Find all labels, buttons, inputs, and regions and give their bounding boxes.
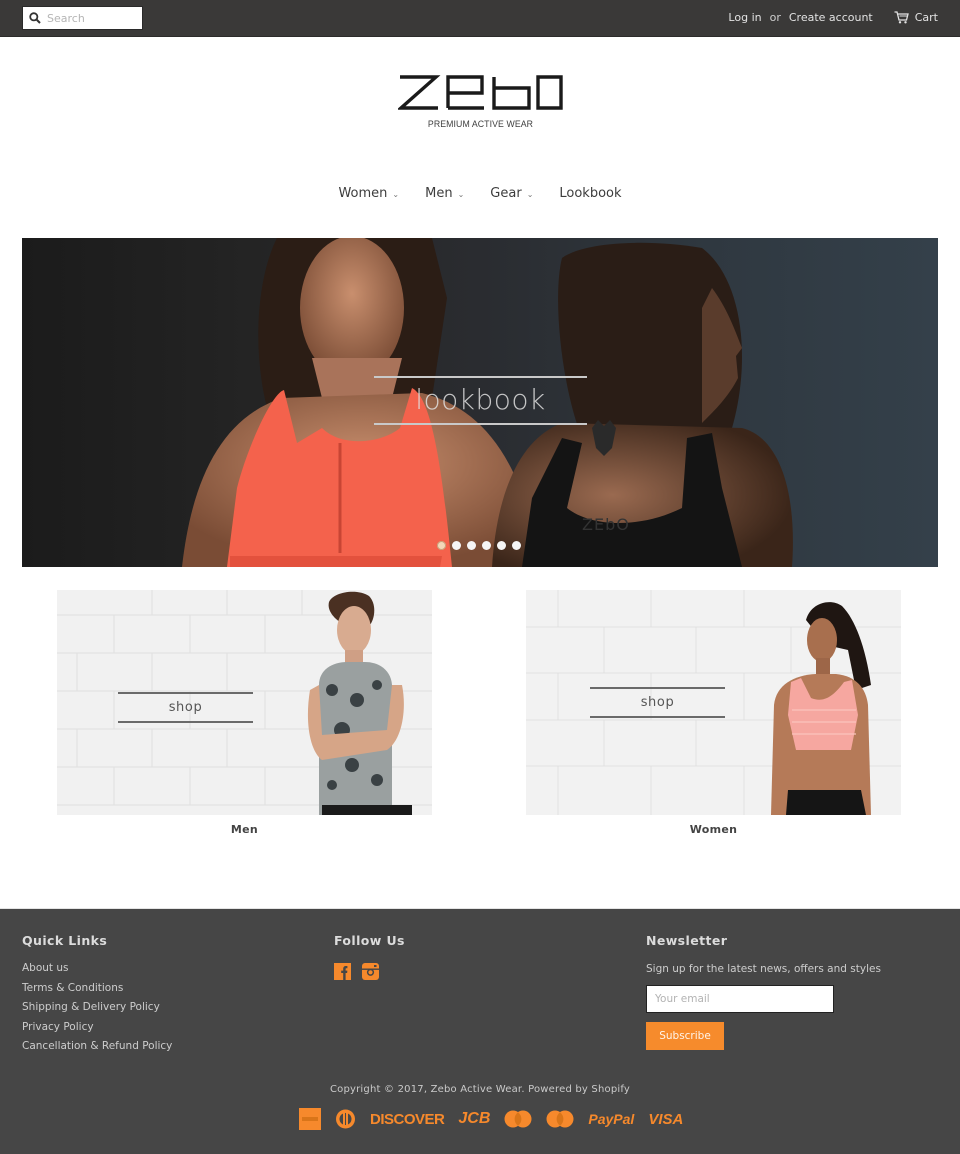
nav-item-gear[interactable]: Gear ⌄ [490,186,533,201]
nav-item-women[interactable]: Women ⌄ [338,186,399,201]
nav-label: Men [425,186,453,201]
subscribe-button[interactable]: Subscribe [646,1022,724,1050]
paypal-icon: PayPal [588,1111,635,1127]
discover-icon: DISCOVER [370,1110,445,1128]
facebook-icon[interactable] [334,963,351,980]
site-footer: Quick Links About us Terms & Conditions … [0,908,960,1154]
shop-overlay[interactable]: shop [118,692,253,723]
nav-item-men[interactable]: Men ⌄ [425,186,464,201]
maestro-icon [504,1110,532,1128]
create-account-link[interactable]: Create account [789,11,873,24]
slide-dot[interactable] [452,541,461,550]
quick-links: Quick Links About us Terms & Conditions … [22,933,172,1061]
newsletter-heading: Newsletter [646,933,728,948]
mastercard-icon [546,1110,574,1128]
cart-link[interactable]: Cart [894,11,938,24]
footer-link-cancellation[interactable]: Cancellation & Refund Policy [22,1040,172,1052]
cart-label: Cart [914,11,938,24]
zebo-logo-mark [398,75,563,110]
shop-overlay-text: shop [640,695,675,710]
newsletter-text: Sign up for the latest news, offers and … [646,963,881,975]
powered-by-link[interactable]: Powered by Shopify [528,1084,630,1095]
cart-icon [894,11,909,24]
email-field[interactable] [646,985,834,1013]
slide-dot[interactable] [437,541,446,550]
chevron-down-icon: ⌄ [392,190,400,199]
slide-dot[interactable] [512,541,521,550]
slide-dot[interactable] [467,541,476,550]
chevron-down-icon: ⌄ [526,190,534,199]
copyright-prefix: Copyright © 2017, [329,1084,431,1095]
hero-caption-text: lookbook [415,383,546,416]
nav-item-lookbook[interactable]: Lookbook [559,186,621,201]
nav-label: Gear [490,186,522,201]
chevron-down-icon: ⌄ [457,190,465,199]
hero-slideshow[interactable]: ZEbO lookbook [22,238,938,567]
collection-men[interactable]: shop Men [57,590,432,836]
payment-methods: DISCOVER JCB PayPal VISA [299,1108,697,1130]
search-box[interactable] [22,6,143,30]
follow-us-heading: Follow Us [334,933,405,948]
top-bar: Log in or Create account Cart [0,0,960,37]
nav-label: Lookbook [559,186,622,201]
store-link[interactable]: Zebo Active Wear [431,1084,522,1095]
footer-link-terms[interactable]: Terms & Conditions [22,982,123,994]
footer-link-shipping[interactable]: Shipping & Delivery Policy [22,1001,160,1013]
hero-caption[interactable]: lookbook [374,376,587,425]
shop-overlay[interactable]: shop [590,687,725,718]
collection-image-men[interactable]: shop [57,590,432,815]
visa-icon: VISA [648,1110,684,1128]
copyright: Copyright © 2017, Zebo Active Wear. Powe… [0,1084,960,1095]
follow-us: Follow Us [334,933,405,980]
collection-women[interactable]: shop Women [526,590,901,836]
main-nav: Women ⌄ Men ⌄ Gear ⌄ Lookbook [0,186,960,201]
quick-links-heading: Quick Links [22,933,108,948]
instagram-icon[interactable] [362,963,379,980]
site-logo[interactable] [398,74,563,112]
diners-club-icon [336,1109,355,1129]
shop-overlay-text: shop [168,700,203,715]
slide-dot[interactable] [482,541,491,550]
newsletter: Newsletter Sign up for the latest news, … [646,933,881,1050]
login-link[interactable]: Log in [728,11,761,24]
collection-title[interactable]: Men [57,823,432,836]
jcb-icon: JCB [458,1110,491,1127]
slide-dot[interactable] [497,541,506,550]
collection-title[interactable]: Women [526,823,901,836]
footer-link-about[interactable]: About us [22,962,69,974]
collection-image-women[interactable]: shop [526,590,901,815]
svg-text:ZEbO: ZEbO [582,515,630,534]
amex-icon [299,1108,321,1130]
brand-tagline: PREMIUM ACTIVE WEAR [427,119,534,130]
search-input[interactable] [47,11,137,25]
footer-link-privacy[interactable]: Privacy Policy [22,1021,94,1033]
search-icon [29,12,41,24]
nav-label: Women [338,186,388,201]
slide-indicators [437,541,527,550]
or-text: or [769,11,781,24]
